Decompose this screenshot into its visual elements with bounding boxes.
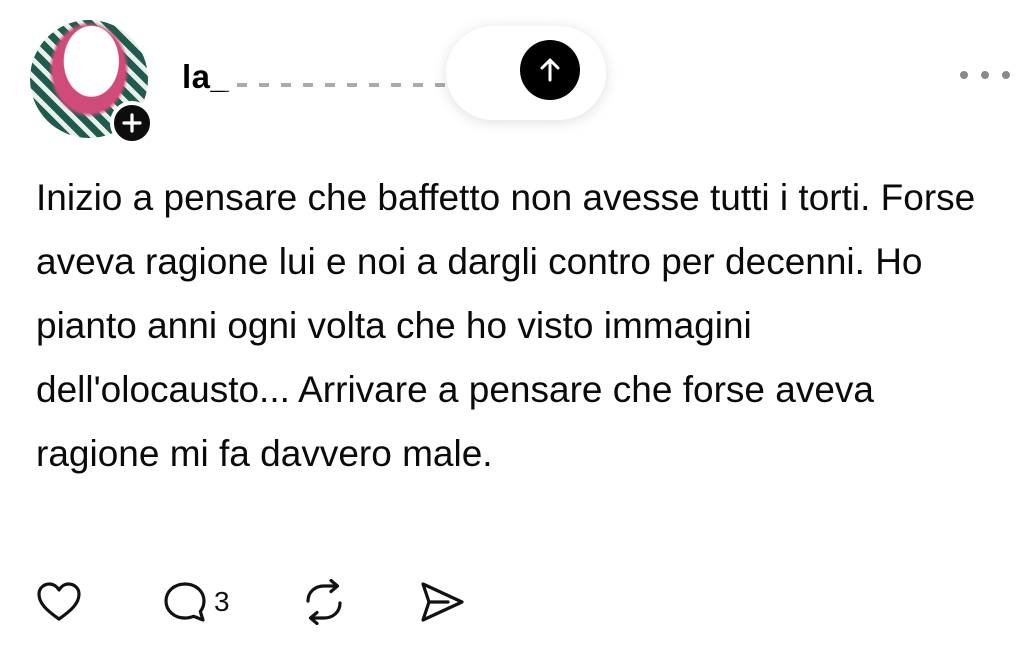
more-options-button[interactable]	[960, 60, 1010, 90]
scroll-up-button[interactable]	[520, 40, 580, 100]
follow-button[interactable]	[110, 101, 154, 145]
reply-count: 3	[214, 586, 230, 617]
ellipsis-icon	[960, 71, 968, 79]
comment-icon	[164, 582, 206, 622]
reply-button[interactable]: 3	[162, 578, 230, 626]
plus-icon	[122, 113, 142, 133]
post-body-text: Inizio a pensare che baffetto non avesse…	[36, 177, 976, 474]
repost-icon	[305, 579, 342, 625]
heart-icon	[37, 582, 81, 621]
share-button[interactable]	[418, 578, 466, 626]
like-button[interactable]	[36, 578, 82, 626]
arrow-up-icon	[540, 58, 560, 82]
author-avatar-container[interactable]	[30, 20, 160, 150]
repost-button[interactable]	[300, 578, 348, 626]
post-actions-bar: 3	[36, 578, 536, 626]
send-icon	[420, 582, 464, 622]
